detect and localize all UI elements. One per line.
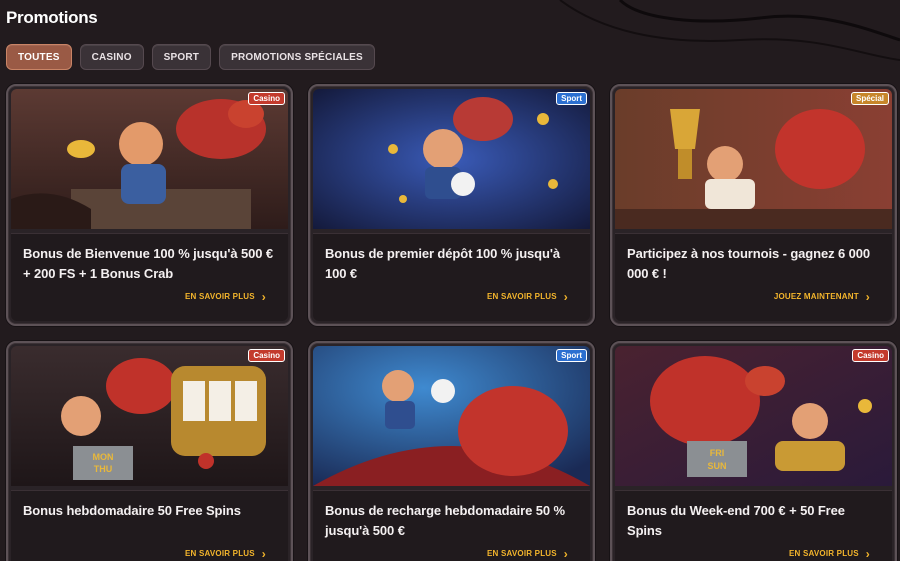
link-label: EN SAVOIR PLUS [789, 549, 859, 558]
slot-text-sun: SUN [707, 461, 726, 471]
learn-more-link[interactable]: EN SAVOIR PLUS › [487, 289, 568, 304]
promo-info: Bonus hebdomadaire 50 Free Spins EN SAVO… [11, 490, 288, 561]
chevron-right-icon: › [563, 546, 568, 561]
category-badge: Sport [556, 92, 587, 105]
promo-image: MON THU [11, 346, 288, 486]
learn-more-link[interactable]: EN SAVOIR PLUS › [185, 546, 266, 561]
link-label: JOUEZ MAINTENANT [773, 292, 859, 301]
tab-sport[interactable]: SPORT [151, 44, 212, 70]
play-now-link[interactable]: JOUEZ MAINTENANT › [773, 289, 870, 304]
promo-card[interactable]: Sport Bonus de recharge hebdomadaire 50 … [308, 341, 595, 561]
filter-tabs: TOUTES CASINO SPORT PROMOTIONS SPÉCIALES [6, 44, 375, 70]
category-badge: Casino [248, 92, 285, 105]
learn-more-link[interactable]: EN SAVOIR PLUS › [487, 546, 568, 561]
link-label: EN SAVOIR PLUS [487, 549, 557, 558]
tab-all[interactable]: TOUTES [6, 44, 72, 70]
promo-card[interactable]: MON THU Casino Bonus hebdomadaire 50 Fre… [6, 341, 293, 561]
learn-more-link[interactable]: EN SAVOIR PLUS › [789, 546, 870, 561]
promo-title: Bonus de premier dépôt 100 % jusqu'à 100… [325, 246, 560, 281]
page-title: Promotions [6, 8, 98, 27]
link-label: EN SAVOIR PLUS [185, 549, 255, 558]
promo-info: Bonus de Bienvenue 100 % jusqu'à 500 € +… [11, 233, 288, 321]
slot-text-mon: MON [93, 452, 114, 462]
promo-info: Bonus du Week-end 700 € + 50 Free Spins … [615, 490, 892, 561]
promo-image: FRI SUN [615, 346, 892, 486]
chevron-right-icon: › [865, 289, 870, 304]
promo-info: Participez à nos tournois - gagnez 6 000… [615, 233, 892, 321]
promo-title: Bonus du Week-end 700 € + 50 Free Spins [627, 503, 845, 538]
tab-special-promotions[interactable]: PROMOTIONS SPÉCIALES [219, 44, 375, 70]
category-badge: Casino [852, 349, 889, 362]
link-label: EN SAVOIR PLUS [185, 292, 255, 301]
slot-text-thu: THU [94, 464, 113, 474]
chevron-right-icon: › [563, 289, 568, 304]
category-badge: Spécial [850, 92, 889, 105]
promo-image [313, 346, 590, 486]
promo-image [313, 89, 590, 229]
promo-card[interactable]: Sport Bonus de premier dépôt 100 % jusqu… [308, 84, 595, 326]
promo-title: Bonus de recharge hebdomadaire 50 % jusq… [325, 503, 565, 538]
link-label: EN SAVOIR PLUS [487, 292, 557, 301]
learn-more-link[interactable]: EN SAVOIR PLUS › [185, 289, 266, 304]
promo-info: Bonus de recharge hebdomadaire 50 % jusq… [313, 490, 590, 561]
promo-title: Bonus hebdomadaire 50 Free Spins [23, 503, 241, 518]
chevron-right-icon: › [261, 289, 266, 304]
slot-text-fri: FRI [710, 448, 725, 458]
promo-title: Participez à nos tournois - gagnez 6 000… [627, 246, 871, 281]
promo-card[interactable]: Casino Bonus de Bienvenue 100 % jusqu'à … [6, 84, 293, 326]
promo-card[interactable]: Spécial Participez à nos tournois - gagn… [610, 84, 897, 326]
promo-image [615, 89, 892, 229]
category-badge: Sport [556, 349, 587, 362]
chevron-right-icon: › [865, 546, 870, 561]
promo-title: Bonus de Bienvenue 100 % jusqu'à 500 € +… [23, 246, 273, 281]
promotions-grid: Casino Bonus de Bienvenue 100 % jusqu'à … [6, 84, 897, 561]
chevron-right-icon: › [261, 546, 266, 561]
promo-card[interactable]: FRI SUN Casino Bonus du Week-end 700 € +… [610, 341, 897, 561]
category-badge: Casino [248, 349, 285, 362]
promo-image [11, 89, 288, 229]
tab-casino[interactable]: CASINO [79, 44, 144, 70]
promo-info: Bonus de premier dépôt 100 % jusqu'à 100… [313, 233, 590, 321]
